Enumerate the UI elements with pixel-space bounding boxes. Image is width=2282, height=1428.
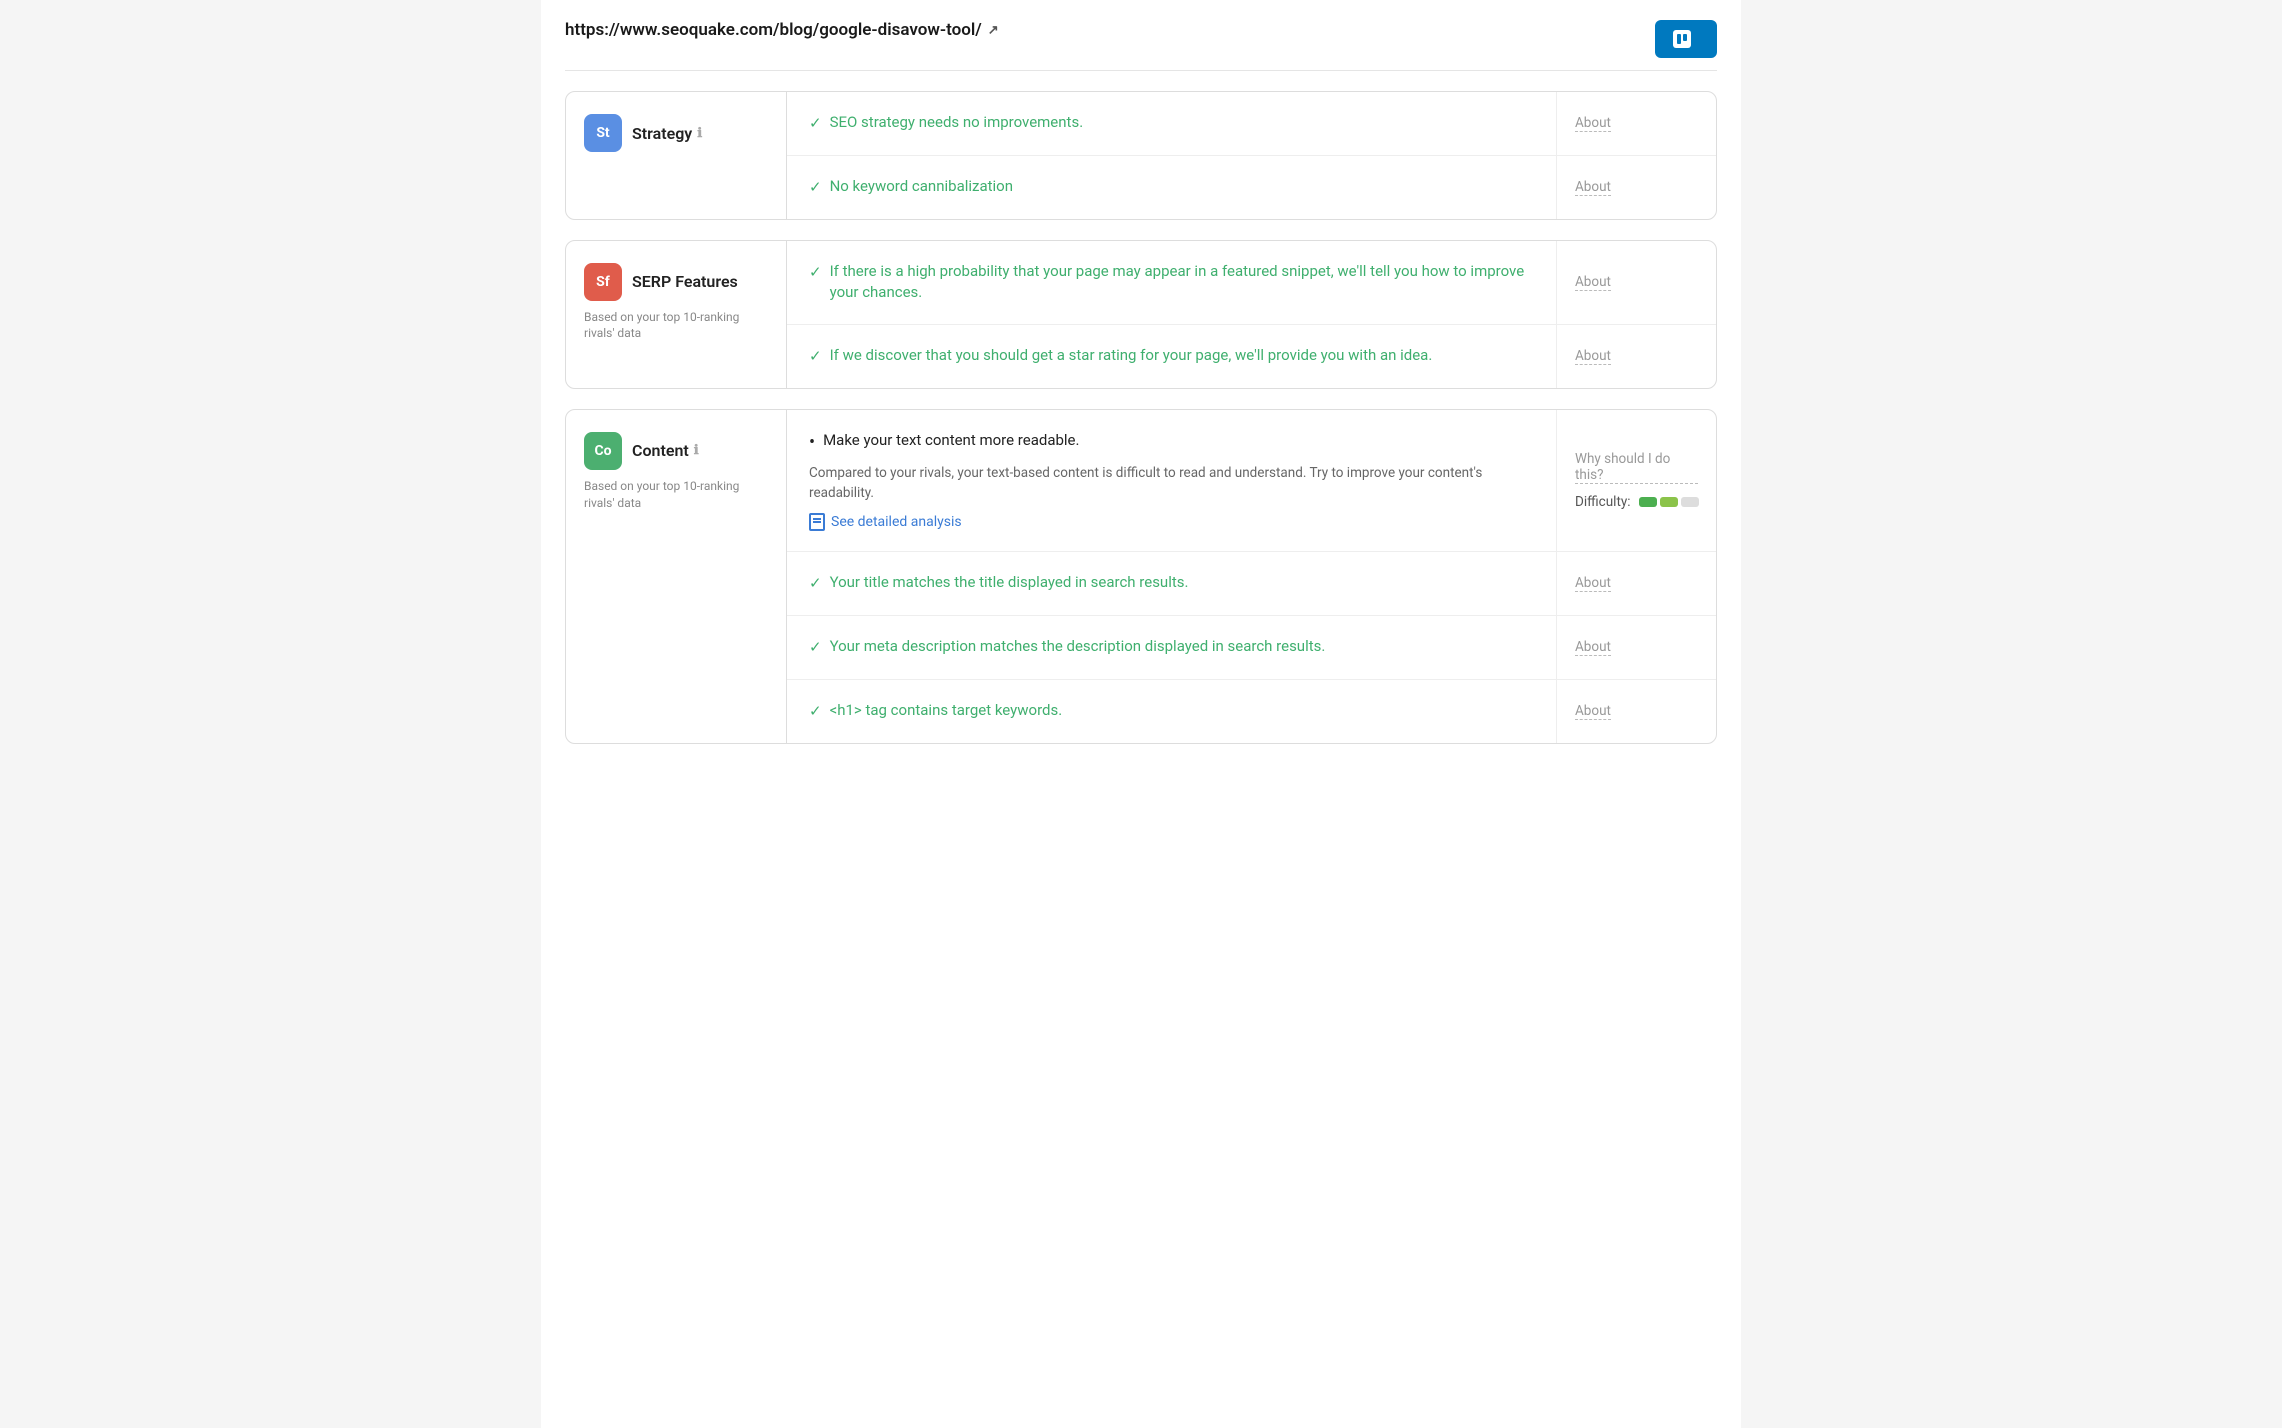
check-mark-icon: ✓	[809, 113, 822, 135]
row-check-text: ✓ SEO strategy needs no improvements.	[809, 112, 1534, 135]
difficulty-bar-3	[1681, 497, 1699, 507]
row-text: No keyword cannibalization	[830, 176, 1013, 198]
about-link[interactable]: About	[1575, 639, 1611, 656]
about-link[interactable]: About	[1575, 703, 1611, 720]
row-text: Your title matches the title displayed i…	[830, 572, 1189, 594]
difficulty-label: Difficulty:	[1575, 494, 1631, 510]
about-link[interactable]: About	[1575, 115, 1611, 132]
page-header: https://www.seoquake.com/blog/google-dis…	[565, 20, 1717, 71]
row-content-content-0: • Make your text content more readable. Co…	[787, 410, 1556, 552]
bullet-icon: •	[809, 430, 815, 456]
section-name-serp-features: SERP Features	[632, 272, 738, 291]
row-about-content-3: About	[1556, 680, 1716, 743]
check-mark-icon: ✓	[809, 637, 822, 659]
section-name-content: Contentℹ	[632, 441, 699, 460]
row-about-content-1: About	[1556, 552, 1716, 615]
section-content: Co Contentℹ Based on your top 10-ranking r…	[565, 409, 1717, 744]
see-analysis-text: See detailed analysis	[831, 514, 962, 530]
row-content-serp-features-1: ✓ If we discover that you should get a st…	[787, 325, 1556, 388]
row-about-serp-features-0: About	[1556, 241, 1716, 325]
difficulty-bar-2	[1660, 497, 1678, 507]
section-row-strategy-1: ✓ No keyword cannibalization About	[787, 156, 1716, 219]
check-mark-icon: ✓	[809, 262, 822, 284]
section-label-strategy: St Strategyℹ	[566, 92, 786, 219]
row-content-content-1: ✓ Your title matches the title displayed …	[787, 552, 1556, 615]
row-bullet-text: • Make your text content more readable.	[809, 430, 1534, 456]
section-row-strategy-0: ✓ SEO strategy needs no improvements. Abou…	[787, 92, 1716, 156]
row-check-text: ✓ If there is a high probability that you…	[809, 261, 1534, 305]
row-check-text: ✓ Your title matches the title displayed …	[809, 572, 1534, 595]
row-about-strategy-0: About	[1556, 92, 1716, 155]
section-row-serp-features-1: ✓ If we discover that you should get a st…	[787, 325, 1716, 388]
row-about-serp-features-1: About	[1556, 325, 1716, 388]
section-strategy: St Strategyℹ ✓ SEO strategy needs no improv…	[565, 91, 1717, 220]
row-content-content-2: ✓ Your meta description matches the descr…	[787, 616, 1556, 679]
row-description: Compared to your rivals, your text-based…	[809, 463, 1534, 504]
row-text: SEO strategy needs no improvements.	[830, 112, 1084, 134]
section-label-content: Co Contentℹ Based on your top 10-ranking r…	[566, 410, 786, 743]
send-to-trello-button[interactable]	[1655, 20, 1717, 58]
section-label-serp-features: Sf SERP Features Based on your top 10-rank…	[566, 241, 786, 388]
row-check-text: ✓ <h1> tag contains target keywords.	[809, 700, 1534, 723]
section-row-content-3: ✓ <h1> tag contains target keywords. About	[787, 680, 1716, 743]
row-text: If we discover that you should get a sta…	[830, 345, 1433, 367]
section-icon-strategy: St	[584, 114, 622, 152]
why-link[interactable]: Why should I do this?	[1575, 451, 1698, 484]
check-mark-icon: ✓	[809, 346, 822, 368]
about-link[interactable]: About	[1575, 274, 1611, 291]
row-content-serp-features-0: ✓ If there is a high probability that you…	[787, 241, 1556, 325]
info-icon[interactable]: ℹ	[694, 443, 699, 458]
row-check-text: ✓ If we discover that you should get a st…	[809, 345, 1534, 368]
row-about-content-0: Why should I do this? Difficulty:	[1556, 410, 1716, 552]
sections-container: St Strategyℹ ✓ SEO strategy needs no improv…	[565, 91, 1717, 744]
check-mark-icon: ✓	[809, 701, 822, 723]
check-mark-icon: ✓	[809, 177, 822, 199]
difficulty-bars	[1639, 497, 1699, 507]
about-link[interactable]: About	[1575, 348, 1611, 365]
section-name-strategy: Strategyℹ	[632, 124, 702, 143]
row-content-strategy-1: ✓ No keyword cannibalization	[787, 156, 1556, 219]
row-text: Make your text content more readable.	[823, 430, 1079, 452]
row-text: If there is a high probability that your…	[830, 261, 1534, 305]
row-content-content-3: ✓ <h1> tag contains target keywords.	[787, 680, 1556, 743]
info-icon[interactable]: ℹ	[697, 126, 702, 141]
about-link[interactable]: About	[1575, 179, 1611, 196]
row-check-text: ✓ Your meta description matches the descr…	[809, 636, 1534, 659]
section-row-content-1: ✓ Your title matches the title displayed …	[787, 552, 1716, 616]
difficulty-bar-1	[1639, 497, 1657, 507]
page-url-link[interactable]: https://www.seoquake.com/blog/google-dis…	[565, 20, 999, 40]
section-row-serp-features-0: ✓ If there is a high probability that you…	[787, 241, 1716, 326]
section-note-content: Based on your top 10-ranking rivals' dat…	[584, 478, 768, 512]
row-content-strategy-0: ✓ SEO strategy needs no improvements.	[787, 92, 1556, 155]
document-icon	[809, 513, 825, 531]
row-text: Your meta description matches the descri…	[830, 636, 1326, 658]
header-left: https://www.seoquake.com/blog/google-dis…	[565, 20, 999, 45]
row-text: <h1> tag contains target keywords.	[830, 700, 1063, 722]
about-link[interactable]: About	[1575, 575, 1611, 592]
section-icon-content: Co	[584, 432, 622, 470]
check-mark-icon: ✓	[809, 573, 822, 595]
section-note-serp-features: Based on your top 10-ranking rivals' dat…	[584, 309, 768, 343]
section-icon-serp-features: Sf	[584, 263, 622, 301]
trello-icon	[1673, 30, 1691, 48]
row-about-content-2: About	[1556, 616, 1716, 679]
see-detailed-analysis-link[interactable]: See detailed analysis	[809, 513, 1534, 531]
section-row-content-2: ✓ Your meta description matches the descr…	[787, 616, 1716, 680]
row-about-strategy-1: About	[1556, 156, 1716, 219]
section-serp-features: Sf SERP Features Based on your top 10-rank…	[565, 240, 1717, 389]
external-link-icon: ↗	[988, 23, 999, 38]
row-check-text: ✓ No keyword cannibalization	[809, 176, 1534, 199]
section-row-content-0: • Make your text content more readable. Co…	[787, 410, 1716, 553]
difficulty-row: Difficulty:	[1575, 494, 1699, 510]
